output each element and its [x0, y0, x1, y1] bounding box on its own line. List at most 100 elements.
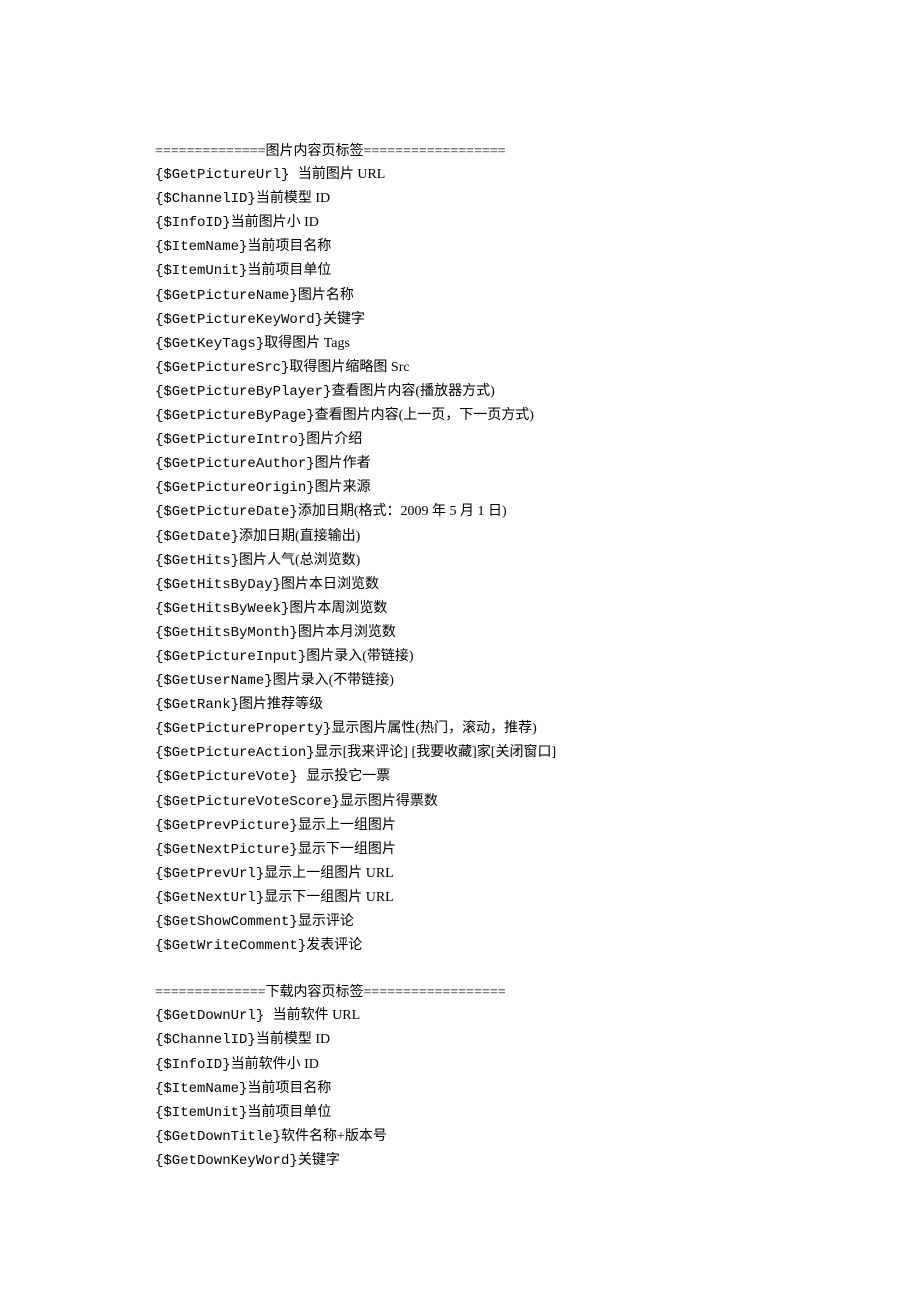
tag-line: {$GetUserName}图片录入(不带链接) [155, 669, 765, 693]
template-tag: {$GetPictureAuthor} [155, 456, 315, 472]
tag-line: {$GetPictureProperty}显示图片属性(热门，滚动，推荐) [155, 717, 765, 741]
tag-description: 显示上一组图片 [298, 818, 396, 833]
tag-line: {$ItemUnit}当前项目单位 [155, 259, 765, 283]
tag-description: 显示图片得票数 [340, 794, 438, 809]
tag-line: {$GetHitsByMonth}图片本月浏览数 [155, 621, 765, 645]
tag-description: 软件名称+版本号 [281, 1129, 387, 1144]
template-tag: {$ItemUnit} [155, 263, 247, 279]
tag-description: 添加日期(直接输出) [239, 529, 360, 544]
blank-line [155, 958, 765, 981]
tag-description: 图片介绍 [306, 432, 362, 447]
tag-line: {$GetPictureInput}图片录入(带链接) [155, 645, 765, 669]
template-tag: {$GetDownKeyWord} [155, 1153, 298, 1169]
template-tag: {$ItemName} [155, 239, 247, 255]
tag-description: 显示[我来评论] [我要收藏]家[关闭窗口] [315, 745, 556, 760]
template-tag: {$GetWriteComment} [155, 938, 306, 954]
template-tag: {$GetNextUrl} [155, 890, 264, 906]
tag-line: {$GetDownKeyWord}关键字 [155, 1149, 765, 1173]
template-tag: {$InfoID} [155, 215, 231, 231]
tag-line: {$GetPictureByPlayer}查看图片内容(播放器方式) [155, 380, 765, 404]
tag-description: 当前图片 URL [298, 167, 386, 182]
tag-line: {$ChannelID}当前模型 ID [155, 187, 765, 211]
template-tag: {$GetPrevPicture} [155, 818, 298, 834]
tag-line: {$GetShowComment}显示评论 [155, 910, 765, 934]
tag-description: 当前软件小 ID [231, 1057, 319, 1072]
tag-line: {$GetPictureOrigin}图片来源 [155, 476, 765, 500]
tag-line: {$GetPrevPicture}显示上一组图片 [155, 814, 765, 838]
tag-description: 图片录入(带链接) [306, 649, 413, 664]
template-tag: {$GetPictureVoteScore} [155, 794, 340, 810]
template-tag: {$GetHitsByDay} [155, 577, 281, 593]
tag-line: {$GetPictureName}图片名称 [155, 284, 765, 308]
tag-description: 显示上一组图片 URL [264, 866, 394, 881]
tag-line: {$GetPictureIntro}图片介绍 [155, 428, 765, 452]
tag-line: {$InfoID}当前软件小 ID [155, 1053, 765, 1077]
template-tag: {$GetPictureDate} [155, 504, 298, 520]
tag-line: {$GetDownTitle}软件名称+版本号 [155, 1125, 765, 1149]
tag-description: 关键字 [298, 1153, 340, 1168]
tag-description: 图片录入(不带链接) [273, 673, 394, 688]
tag-line: {$GetPictureByPage}查看图片内容(上一页，下一页方式) [155, 404, 765, 428]
template-tag: {$GetPictureAction} [155, 745, 315, 761]
template-tag: {$GetDownTitle} [155, 1129, 281, 1145]
template-tag: {$ItemUnit} [155, 1105, 247, 1121]
tag-line: {$GetNextPicture}显示下一组图片 [155, 838, 765, 862]
template-tag: {$GetPictureInput} [155, 649, 306, 665]
tag-line: {$GetWriteComment}发表评论 [155, 934, 765, 958]
template-tag: {$GetPictureProperty} [155, 721, 331, 737]
tag-description: 取得图片 Tags [264, 336, 350, 351]
tag-description: 显示投它一票 [306, 769, 390, 784]
tag-description: 显示评论 [298, 914, 354, 929]
template-tag: {$GetDownUrl} [155, 1008, 273, 1024]
tag-line: {$GetHitsByWeek}图片本周浏览数 [155, 597, 765, 621]
tag-description: 显示图片属性(热门，滚动，推荐) [331, 721, 536, 736]
tag-line: {$InfoID}当前图片小 ID [155, 211, 765, 235]
tag-description: 当前项目单位 [247, 263, 331, 278]
template-tag: {$GetPictureVote} [155, 769, 306, 785]
tag-line: {$GetKeyTags}取得图片 Tags [155, 332, 765, 356]
document-page: ==============图片内容页标签=================={… [0, 0, 920, 1173]
tag-line: {$GetPictureAction}显示[我来评论] [我要收藏]家[关闭窗口… [155, 741, 765, 765]
template-tag: {$GetHitsByMonth} [155, 625, 298, 641]
tag-description: 发表评论 [306, 938, 362, 953]
tag-description: 显示下一组图片 [298, 842, 396, 857]
tag-description: 当前软件 URL [273, 1008, 361, 1023]
template-tag: {$ChannelID} [155, 191, 256, 207]
tag-line: {$ItemName}当前项目名称 [155, 1077, 765, 1101]
tag-line: {$GetDate}添加日期(直接输出) [155, 525, 765, 549]
tag-line: {$GetPictureAuthor}图片作者 [155, 452, 765, 476]
template-tag: {$GetPictureOrigin} [155, 480, 315, 496]
template-tag: {$ItemName} [155, 1081, 247, 1097]
tag-line: {$GetHitsByDay}图片本日浏览数 [155, 573, 765, 597]
tag-line: {$GetPictureUrl} 当前图片 URL [155, 163, 765, 187]
tag-description: 当前图片小 ID [231, 215, 319, 230]
tag-description: 查看图片内容(播放器方式) [331, 384, 494, 399]
template-tag: {$GetPictureByPage} [155, 408, 315, 424]
template-tag: {$GetNextPicture} [155, 842, 298, 858]
tag-description: 添加日期(格式：2009 年 5 月 1 日) [298, 504, 507, 519]
tag-line: {$GetNextUrl}显示下一组图片 URL [155, 886, 765, 910]
tag-line: {$GetPictureVoteScore}显示图片得票数 [155, 790, 765, 814]
tag-line: {$GetPictureDate}添加日期(格式：2009 年 5 月 1 日) [155, 500, 765, 524]
tag-description: 当前项目名称 [247, 1081, 331, 1096]
tag-line: {$ChannelID}当前模型 ID [155, 1028, 765, 1052]
tag-line: {$GetHits}图片人气(总浏览数) [155, 549, 765, 573]
tag-description: 查看图片内容(上一页，下一页方式) [315, 408, 534, 423]
tag-description: 当前模型 ID [256, 191, 330, 206]
tag-description: 取得图片缩略图 Src [289, 360, 409, 375]
template-tag: {$GetPictureName} [155, 288, 298, 304]
tag-description: 图片本周浏览数 [289, 601, 387, 616]
tag-description: 当前模型 ID [256, 1032, 330, 1047]
tag-description: 图片本日浏览数 [281, 577, 379, 592]
template-tag: {$GetRank} [155, 697, 239, 713]
tag-description: 当前项目单位 [247, 1105, 331, 1120]
tag-description: 显示下一组图片 URL [264, 890, 394, 905]
template-tag: {$GetPictureUrl} [155, 167, 298, 183]
template-tag: {$GetPrevUrl} [155, 866, 264, 882]
template-tag: {$GetPictureByPlayer} [155, 384, 331, 400]
tag-description: 图片本月浏览数 [298, 625, 396, 640]
tag-description: 图片来源 [315, 480, 371, 495]
tag-line: {$GetDownUrl} 当前软件 URL [155, 1004, 765, 1028]
section-header: ==============图片内容页标签================== [155, 140, 765, 163]
template-tag: {$GetDate} [155, 529, 239, 545]
